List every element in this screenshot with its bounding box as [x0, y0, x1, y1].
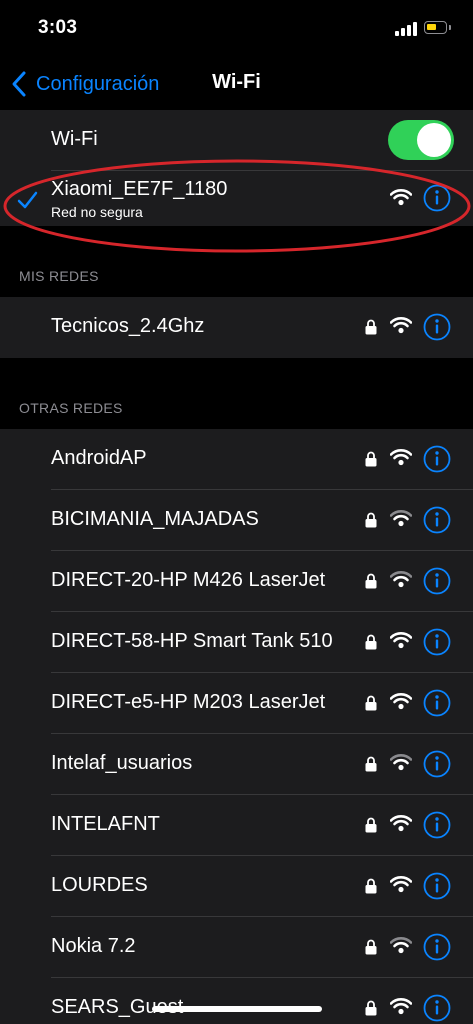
- section-header-other-networks: OTRAS REDES: [19, 400, 123, 416]
- other-networks-group: AndroidAP BICIMANIA_MAJADAS DIRECT-20-HP M…: [0, 429, 473, 1024]
- chevron-left-icon: [12, 71, 26, 97]
- battery-cap: [449, 25, 451, 30]
- network-row[interactable]: LOURDES: [0, 856, 473, 917]
- wifi-icon: [390, 510, 412, 527]
- wifi-icon: [390, 998, 412, 1015]
- wifi-icon: [390, 693, 412, 710]
- network-row[interactable]: Tecnicos_2.4Ghz: [0, 297, 473, 358]
- wifi-toggle[interactable]: [388, 120, 454, 160]
- network-name: LOURDES: [51, 874, 148, 896]
- nav-bar: Wi-Fi Configuración: [0, 56, 473, 110]
- wifi-icon: [390, 317, 412, 334]
- info-icon[interactable]: [423, 689, 451, 717]
- section-header-my-networks: MIS REDES: [19, 268, 99, 284]
- wifi-group: Wi-Fi Xiaomi_EE7F_1180 Red no segura: [0, 110, 473, 226]
- info-icon[interactable]: [423, 994, 451, 1022]
- network-row[interactable]: AndroidAP: [0, 429, 473, 490]
- network-row[interactable]: DIRECT-58-HP Smart Tank 510: [0, 612, 473, 673]
- lock-icon: [365, 878, 377, 894]
- network-row[interactable]: Nokia 7.2: [0, 917, 473, 978]
- connected-network-subtitle: Red no segura: [51, 204, 143, 220]
- network-row[interactable]: DIRECT-e5-HP M203 LaserJet: [0, 673, 473, 734]
- network-name: DIRECT-58-HP Smart Tank 510: [51, 630, 333, 652]
- network-name: BICIMANIA_MAJADAS: [51, 508, 259, 530]
- info-icon[interactable]: [423, 445, 451, 473]
- lock-icon: [365, 939, 377, 955]
- battery-icon: [424, 21, 447, 34]
- network-name: INTELAFNT: [51, 813, 160, 835]
- lock-icon: [365, 817, 377, 833]
- network-row[interactable]: DIRECT-20-HP M426 LaserJet: [0, 551, 473, 612]
- info-icon[interactable]: [423, 506, 451, 534]
- back-label: Configuración: [36, 72, 160, 95]
- network-row[interactable]: INTELAFNT: [0, 795, 473, 856]
- info-icon[interactable]: [423, 811, 451, 839]
- network-name: DIRECT-20-HP M426 LaserJet: [51, 569, 326, 591]
- wifi-icon: [390, 937, 412, 954]
- lock-icon: [365, 1000, 377, 1016]
- lock-icon: [365, 634, 377, 650]
- wifi-settings-screen: 3:03 Wi-Fi Configuración Wi-Fi Xiaomi_EE…: [0, 0, 473, 1024]
- wifi-icon: [390, 876, 412, 893]
- network-name: Intelaf_usuarios: [51, 752, 193, 774]
- info-icon[interactable]: [423, 628, 451, 656]
- lock-icon: [365, 573, 377, 589]
- lock-icon: [365, 512, 377, 528]
- network-name: Tecnicos_2.4Ghz: [51, 315, 205, 337]
- network-row[interactable]: SEARS_Guest: [0, 978, 473, 1024]
- home-indicator: [152, 1006, 322, 1012]
- wifi-icon: [390, 449, 412, 466]
- lock-icon: [365, 756, 377, 772]
- network-name: AndroidAP: [51, 447, 147, 469]
- status-time: 3:03: [38, 17, 78, 38]
- network-name: DIRECT-e5-HP M203 LaserJet: [51, 691, 326, 713]
- wifi-icon: [390, 189, 412, 206]
- connected-network-name: Xiaomi_EE7F_1180: [51, 178, 228, 200]
- network-name: Nokia 7.2: [51, 935, 136, 957]
- wifi-icon: [390, 571, 412, 588]
- network-row[interactable]: BICIMANIA_MAJADAS: [0, 490, 473, 551]
- cellular-signal-icon: [395, 22, 417, 36]
- back-button[interactable]: Configuración: [10, 70, 159, 98]
- my-networks-group: Tecnicos_2.4Ghz: [0, 297, 473, 358]
- info-icon[interactable]: [423, 313, 451, 341]
- connected-network-row[interactable]: Xiaomi_EE7F_1180 Red no segura: [0, 171, 473, 226]
- lock-icon: [365, 319, 377, 335]
- info-icon[interactable]: [423, 872, 451, 900]
- info-icon[interactable]: [423, 933, 451, 961]
- status-bar: 3:03: [0, 0, 473, 56]
- wifi-toggle-label: Wi-Fi: [51, 128, 98, 150]
- lock-icon: [365, 451, 377, 467]
- wifi-icon: [390, 815, 412, 832]
- network-row[interactable]: Intelaf_usuarios: [0, 734, 473, 795]
- info-icon[interactable]: [423, 184, 451, 212]
- wifi-icon: [390, 632, 412, 649]
- lock-icon: [365, 695, 377, 711]
- checkmark-icon: [17, 191, 38, 209]
- info-icon[interactable]: [423, 567, 451, 595]
- wifi-icon: [390, 754, 412, 771]
- wifi-toggle-row: Wi-Fi: [0, 110, 473, 171]
- info-icon[interactable]: [423, 750, 451, 778]
